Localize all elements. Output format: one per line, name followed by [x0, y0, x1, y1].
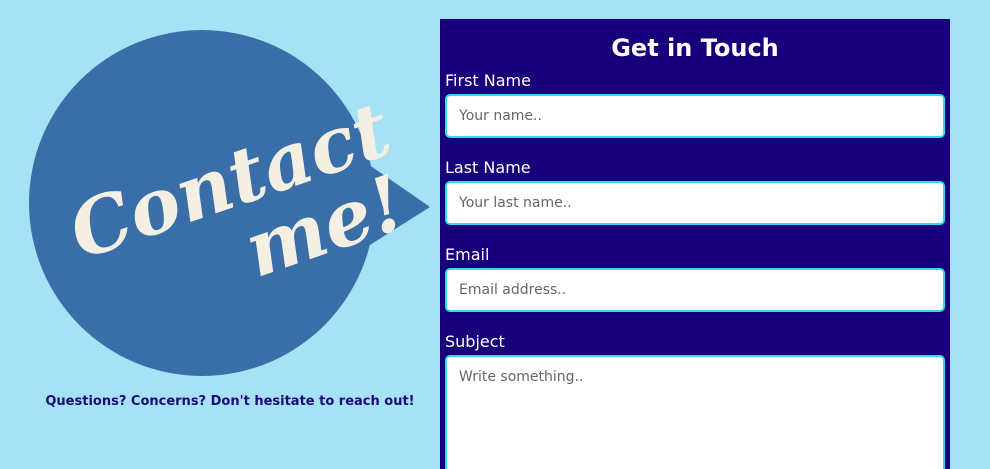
contact-form-panel: Get in Touch First Name Last Name Email …: [440, 19, 950, 469]
first-name-input[interactable]: [445, 94, 945, 138]
tagline-text: Questions? Concerns? Don't hesitate to r…: [45, 394, 415, 409]
subject-label: Subject: [445, 332, 505, 351]
contact-me-speech-bubble-logo: Contact me!: [29, 30, 430, 376]
subject-textarea[interactable]: [445, 355, 945, 469]
form-title: Get in Touch: [611, 34, 779, 62]
first-name-label: First Name: [445, 71, 531, 90]
contact-page: Contact me! Questions? Concerns? Don't h…: [0, 0, 990, 469]
last-name-input[interactable]: [445, 181, 945, 225]
email-input[interactable]: [445, 268, 945, 312]
contact-logo-area: Contact me! Questions? Concerns? Don't h…: [0, 0, 440, 469]
email-label: Email: [445, 245, 490, 264]
last-name-label: Last Name: [445, 158, 531, 177]
